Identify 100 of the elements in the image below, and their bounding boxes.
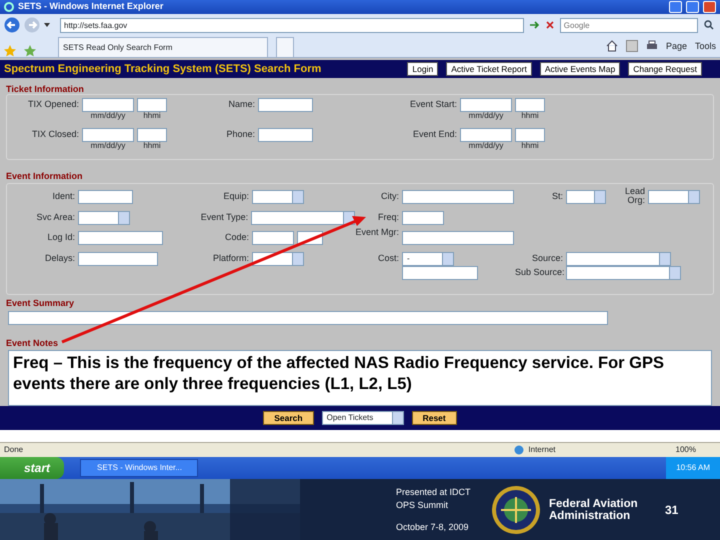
field-label: TIX Closed:: [30, 128, 79, 138]
refresh-icon[interactable]: [528, 19, 540, 31]
input-field[interactable]: [78, 231, 163, 245]
select-field[interactable]: [566, 266, 681, 280]
input-field[interactable]: [258, 98, 313, 112]
field-label: Name:: [227, 98, 255, 108]
field-label: Freq:: [376, 211, 399, 222]
field-label: Platform:: [212, 252, 249, 263]
format-hint: mm/dd/yy: [468, 112, 504, 120]
back-icon[interactable]: [4, 17, 20, 33]
header-button[interactable]: Active Ticket Report: [446, 62, 532, 76]
search-icon[interactable]: [702, 19, 716, 31]
select-field[interactable]: -: [402, 252, 454, 266]
select-field[interactable]: [252, 190, 304, 204]
search-field[interactable]: Google: [560, 18, 698, 32]
home-icon[interactable]: [606, 40, 618, 52]
field-label: Source:: [530, 252, 563, 263]
input-field[interactable]: [402, 211, 444, 225]
close-button[interactable]: [703, 1, 716, 13]
select-field[interactable]: [78, 211, 130, 225]
zone-text: Internet: [528, 444, 556, 456]
input-field[interactable]: [460, 128, 512, 142]
agency-name: Federal Aviation Administration: [549, 498, 639, 522]
input-field[interactable]: [252, 231, 294, 245]
new-tab-button[interactable]: [276, 37, 294, 57]
input-field[interactable]: [78, 190, 133, 204]
select-field[interactable]: [251, 211, 355, 225]
taskbar-button[interactable]: SETS - Windows Inter...: [80, 459, 198, 477]
date-text: October 7-8, 2009: [396, 520, 470, 534]
header-button[interactable]: Change Request: [628, 62, 702, 76]
field-label: Sub Source:: [515, 266, 563, 277]
field-label: Log Id:: [46, 231, 75, 242]
input-field[interactable]: [402, 266, 478, 280]
input-field[interactable]: [82, 98, 134, 112]
slide-number: 31: [665, 502, 678, 519]
input-field[interactable]: [258, 128, 313, 142]
status-text: Done: [4, 444, 24, 456]
format-hint: hhmi: [520, 112, 540, 120]
format-hint: mm/dd/yy: [468, 142, 504, 150]
header-button[interactable]: Active Events Map: [540, 62, 620, 76]
field-label: Event End:: [412, 128, 457, 138]
caret-icon[interactable]: [44, 23, 50, 27]
header-button[interactable]: Login: [407, 62, 438, 76]
field-label: Event Mgr:: [355, 226, 399, 237]
maximize-button[interactable]: [686, 1, 699, 13]
field-label: Equip:: [222, 190, 249, 201]
field-label: TIX Opened:: [26, 98, 79, 108]
reset-button[interactable]: Reset: [412, 411, 457, 425]
format-hint: mm/dd/yy: [90, 112, 126, 120]
browser-icon: [4, 2, 14, 12]
section-title: Ticket Information: [5, 83, 85, 96]
input-field[interactable]: [82, 128, 134, 142]
address-field[interactable]: http://sets.faa.gov: [60, 18, 524, 32]
field-label: City:: [380, 190, 399, 201]
field-label: Code:: [224, 231, 249, 242]
field-label: Svc Area:: [35, 211, 75, 222]
select-field[interactable]: [648, 190, 700, 204]
field-label: Phone:: [225, 128, 255, 138]
search-button[interactable]: Search: [263, 411, 314, 425]
format-hint: hhmi: [142, 142, 162, 150]
input-field[interactable]: [137, 128, 167, 142]
clock: 10:56 AM: [666, 457, 720, 479]
browser-tab[interactable]: SETS Read Only Search Form: [58, 37, 268, 57]
section-title: Event Information: [5, 170, 84, 182]
field-label: Lead Org:: [624, 185, 645, 205]
seal-logo: [491, 485, 541, 535]
page-menu[interactable]: Page: [666, 40, 687, 53]
filter-select[interactable]: Open Tickets: [322, 411, 404, 425]
stop-icon[interactable]: [544, 19, 556, 31]
input-field[interactable]: [460, 98, 512, 112]
input-field[interactable]: [402, 231, 514, 245]
star-icon[interactable]: [4, 45, 16, 57]
format-hint: mm/dd/yy: [90, 142, 126, 150]
tools-menu[interactable]: Tools: [694, 40, 716, 53]
field-label: Event Type:: [200, 211, 248, 222]
summary-field[interactable]: [8, 310, 608, 324]
field-label: St:: [550, 190, 563, 201]
input-field[interactable]: [515, 128, 545, 142]
select-field[interactable]: [566, 252, 671, 266]
notes-field[interactable]: Freq – This is the frequency of the affected NAS Radio Frequency service. For GPS events there are only three frequencies (L1, L2, L5): [8, 350, 712, 406]
add-favorite-icon[interactable]: [24, 45, 36, 57]
input-field[interactable]: [402, 190, 514, 204]
select-field[interactable]: [566, 190, 606, 204]
globe-icon: [514, 445, 524, 455]
input-field[interactable]: [137, 98, 167, 112]
start-button[interactable]: start: [0, 457, 64, 479]
field-label: Cost:: [376, 252, 399, 263]
window-title: SETS - Windows Internet Explorer: [18, 0, 164, 14]
presented-text: Presented at IDCT OPS Summit: [396, 486, 472, 512]
section-title: Event Notes: [5, 336, 60, 350]
section-title: Event Summary: [5, 297, 76, 310]
field-label: Ident:: [51, 190, 75, 201]
input-field[interactable]: [78, 252, 158, 266]
field-label: Event Start:: [408, 98, 457, 108]
format-hint: hhmi: [520, 142, 540, 150]
input-field[interactable]: [515, 98, 545, 112]
minimize-button[interactable]: [669, 1, 682, 13]
form-title: Spectrum Engineering Tracking System (SETS) Search Form: [4, 62, 322, 77]
zoom-level[interactable]: 100%: [676, 444, 696, 456]
format-hint: hhmi: [142, 112, 162, 120]
